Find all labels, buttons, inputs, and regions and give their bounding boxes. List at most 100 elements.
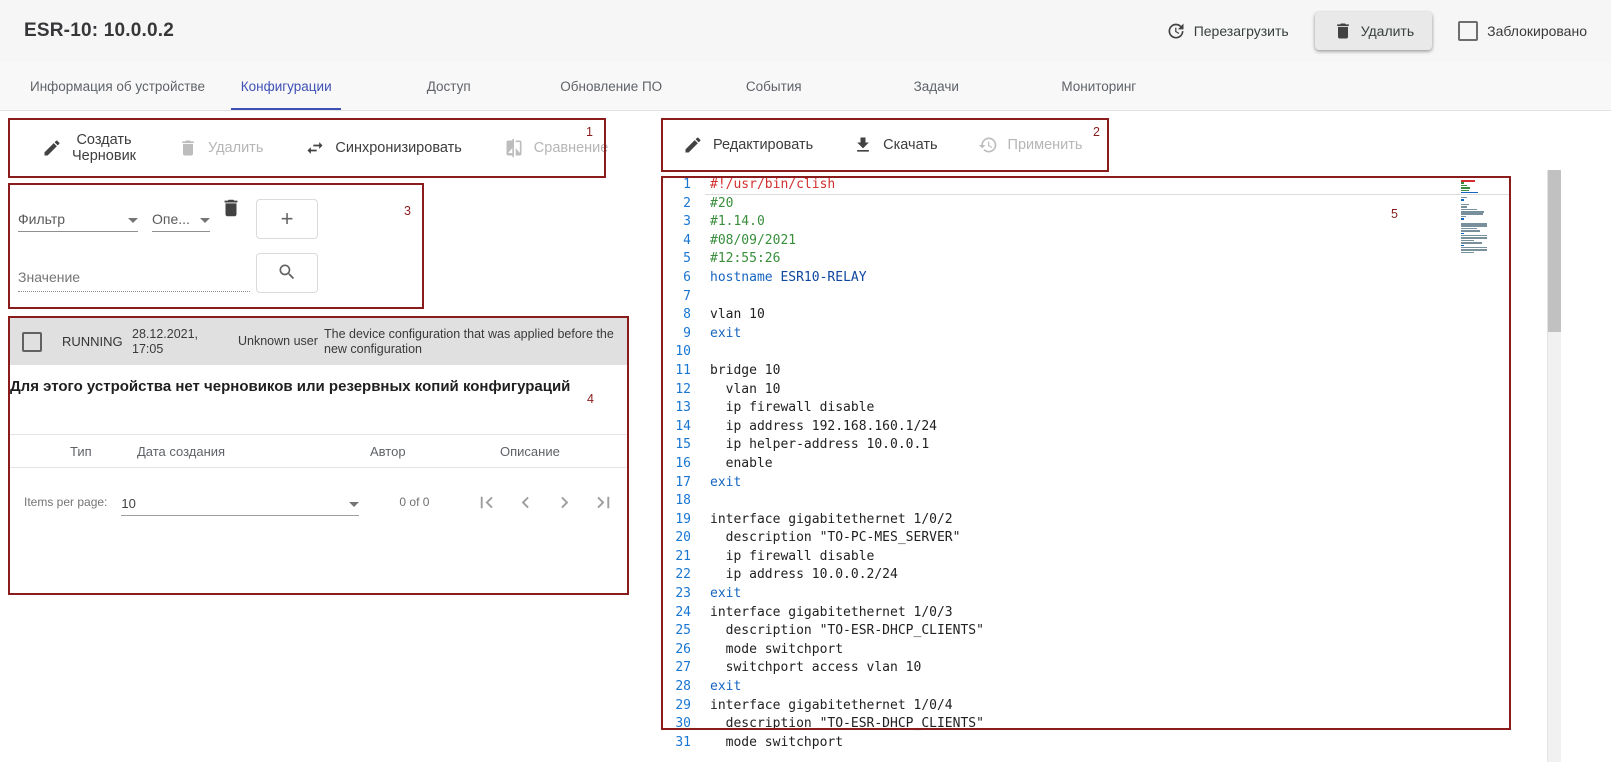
line-number: 5 <box>661 251 691 270</box>
first-page-button[interactable] <box>475 491 498 514</box>
table-header-row: ТипДата созданияАвторОписание <box>8 434 629 468</box>
filter-panel: Фильтр Опе... + <box>8 183 424 309</box>
next-page-button[interactable] <box>553 491 576 514</box>
paginator: Items per page: 10 0 of 0 <box>8 482 629 522</box>
create-draft-button[interactable]: Создать Черновик <box>42 132 136 164</box>
page-size-select[interactable]: 10 <box>121 489 359 516</box>
editor-code[interactable]: #!/usr/bin/clish#20#1.14.0#08/09/2021#12… <box>710 177 1451 753</box>
code-line: ip helper-address 10.0.0.1 <box>710 437 1451 456</box>
line-number: 7 <box>661 289 691 308</box>
line-number: 1 <box>661 177 691 196</box>
code-line: interface gigabitethernet 1/0/4 <box>710 698 1451 717</box>
filter-field-select[interactable]: Фильтр <box>18 205 138 232</box>
tab-3[interactable]: Доступ <box>367 62 530 110</box>
code-line: exit <box>710 679 1451 698</box>
last-page-button[interactable] <box>592 491 615 514</box>
config-status: RUNNING <box>62 334 126 349</box>
pencil-icon <box>683 135 703 155</box>
config-author: Unknown user <box>238 334 318 349</box>
line-number: 23 <box>661 586 691 605</box>
tab-bar: Информация об устройствеКонфигурацииДост… <box>0 62 1180 110</box>
line-number: 13 <box>661 400 691 419</box>
download-config-button[interactable]: Скачать <box>853 135 937 155</box>
search-button[interactable] <box>256 253 318 293</box>
row-checkbox[interactable] <box>22 332 42 352</box>
code-line <box>710 289 1451 308</box>
edit-config-button[interactable]: Редактировать <box>683 135 813 155</box>
scrollbar-thumb[interactable] <box>1548 170 1561 332</box>
download-config-label: Скачать <box>883 137 937 153</box>
line-number: 21 <box>661 549 691 568</box>
items-per-page-label: Items per page: <box>24 495 107 509</box>
filter-field-value: Фильтр <box>18 211 65 231</box>
apply-config-button[interactable]: Применить <box>978 135 1083 155</box>
code-line: ip address 10.0.0.2/24 <box>710 567 1451 586</box>
code-line: #12:55:26 <box>710 251 1451 270</box>
tab-4[interactable]: Обновление ПО <box>530 62 693 110</box>
reload-device-button[interactable]: Перезагрузить <box>1166 21 1289 41</box>
line-number: 11 <box>661 363 691 382</box>
header-actions: Перезагрузить Удалить Заблокировано <box>1166 12 1587 50</box>
line-number: 31 <box>661 735 691 754</box>
editor-minimap[interactable] <box>1461 180 1491 254</box>
filter-operator-select[interactable]: Опе... <box>152 205 210 232</box>
config-date: 28.12.2021, 17:05 <box>132 327 232 357</box>
tab-5[interactable]: События <box>693 62 856 110</box>
edit-config-label: Редактировать <box>713 137 813 153</box>
code-line: ip firewall disable <box>710 549 1451 568</box>
line-number: 4 <box>661 233 691 252</box>
line-number: 27 <box>661 660 691 679</box>
previous-page-button[interactable] <box>514 491 537 514</box>
sync-label: Синхронизировать <box>335 140 461 156</box>
code-line: #20 <box>710 196 1451 215</box>
line-number: 10 <box>661 344 691 363</box>
code-line: ip address 192.168.160.1/24 <box>710 419 1451 438</box>
line-number: 12 <box>661 382 691 401</box>
sync-arrows-icon <box>305 138 325 158</box>
remove-filter-button[interactable] <box>220 197 242 219</box>
sync-button[interactable]: Синхронизировать <box>305 138 461 158</box>
editor-gutter: 1234567891011121314151617181920212223242… <box>661 177 691 753</box>
compare-icon <box>504 138 524 158</box>
line-number: 3 <box>661 214 691 233</box>
line-number: 22 <box>661 567 691 586</box>
apply-config-label: Применить <box>1008 137 1083 153</box>
code-line: exit <box>710 586 1451 605</box>
code-line: interface gigabitethernet 1/0/2 <box>710 512 1451 531</box>
add-filter-button[interactable]: + <box>256 199 318 239</box>
search-icon <box>277 262 297 285</box>
device-config-page: ESR-10: 10.0.0.2 Перезагрузить Удалить З… <box>0 0 1611 762</box>
compare-button[interactable]: Сравнение <box>504 138 609 158</box>
tab-7[interactable]: Мониторинг <box>1018 62 1181 110</box>
chevron-down-icon <box>200 218 210 223</box>
history-icon <box>978 135 998 155</box>
column-header: Тип <box>70 444 137 459</box>
filter-value-input[interactable] <box>18 263 250 292</box>
locked-checkbox[interactable]: Заблокировано <box>1458 21 1587 41</box>
line-number: 17 <box>661 475 691 494</box>
compare-label: Сравнение <box>534 140 609 156</box>
line-number: 26 <box>661 642 691 661</box>
tab-2[interactable]: Конфигурации <box>205 62 368 110</box>
config-editor[interactable]: 1234567891011121314151617181920212223242… <box>661 176 1511 762</box>
delete-device-button[interactable]: Удалить <box>1315 12 1432 50</box>
line-number: 14 <box>661 419 691 438</box>
tab-1[interactable]: Информация об устройстве <box>30 62 205 110</box>
line-number: 28 <box>661 679 691 698</box>
tab-6[interactable]: Задачи <box>855 62 1018 110</box>
code-line: #!/usr/bin/clish <box>710 177 1451 196</box>
trash-icon <box>220 197 242 219</box>
download-icon <box>853 135 873 155</box>
paginator-nav <box>475 491 615 514</box>
chevron-down-icon <box>349 502 359 507</box>
code-line: vlan 10 <box>710 307 1451 326</box>
line-number: 29 <box>661 698 691 717</box>
line-number: 18 <box>661 493 691 512</box>
running-config-row[interactable]: RUNNING 28.12.2021, 17:05 Unknown user T… <box>8 318 629 365</box>
page-size-value: 10 <box>121 496 135 515</box>
delete-label: Удалить <box>1361 23 1414 39</box>
page-scrollbar[interactable] <box>1547 170 1561 762</box>
config-list-toolbar: Создать Черновик Удалить Синхронизироват… <box>8 118 606 178</box>
delete-config-button[interactable]: Удалить <box>178 138 263 158</box>
code-line: exit <box>710 475 1451 494</box>
